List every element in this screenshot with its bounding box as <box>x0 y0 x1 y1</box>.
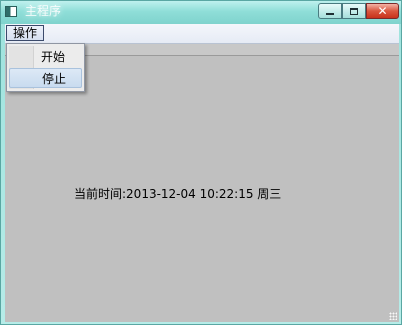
resize-grip-icon[interactable] <box>389 312 397 320</box>
current-time-label: 当前时间:2013-12-04 10:22:15 周三 <box>74 187 282 201</box>
menu-item-stop[interactable]: 停止 <box>9 68 82 88</box>
close-icon: ✕ <box>377 4 388 18</box>
operate-dropdown-menu: 开始 停止 <box>6 43 85 92</box>
close-button[interactable]: ✕ <box>366 3 399 19</box>
maximize-button[interactable] <box>342 3 366 19</box>
menu-item-start[interactable]: 开始 <box>9 47 82 67</box>
app-window-icon <box>5 6 17 17</box>
window-title: 主程序 <box>25 4 62 18</box>
main-window: 主程序 ✕ 操作 开始 停止 当前时间:2013-12-04 10:22:15 … <box>0 0 402 325</box>
title-bar[interactable]: 主程序 ✕ <box>1 1 401 24</box>
minimize-button[interactable] <box>318 3 342 19</box>
minimize-icon <box>326 13 334 15</box>
maximize-icon <box>350 7 358 15</box>
client-area: 操作 开始 停止 当前时间:2013-12-04 10:22:15 周三 <box>5 24 399 322</box>
menu-item-start-label: 开始 <box>41 50 66 64</box>
menu-bar: 操作 <box>5 24 399 44</box>
menu-operate[interactable]: 操作 <box>6 25 45 41</box>
menu-item-stop-label: 停止 <box>42 72 67 86</box>
